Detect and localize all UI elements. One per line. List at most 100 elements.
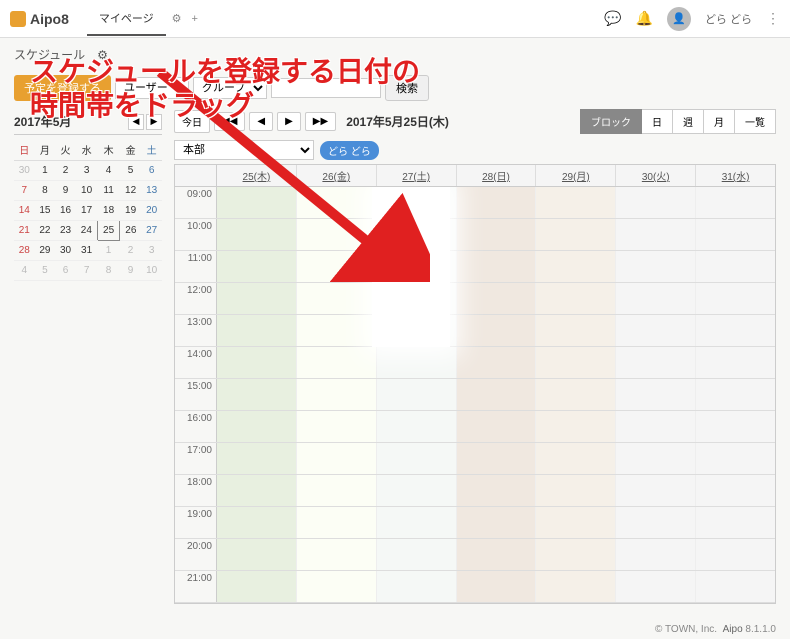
avatar[interactable]: 👤 [667,7,691,31]
day-header[interactable]: 26(金) [297,165,377,186]
time-slot[interactable] [217,571,297,602]
day-header[interactable]: 30(火) [616,165,696,186]
time-slot[interactable] [616,571,696,602]
minical-day[interactable]: 1 [97,241,119,261]
view-0[interactable]: ブロック [580,109,642,134]
time-slot[interactable] [217,283,297,314]
time-slot[interactable] [297,539,377,570]
time-slot[interactable] [616,411,696,442]
view-2[interactable]: 週 [673,109,704,134]
minical-day[interactable]: 1 [35,161,56,181]
time-slot[interactable] [297,507,377,538]
time-slot[interactable] [457,539,537,570]
time-slot[interactable] [297,347,377,378]
day-header[interactable]: 29(月) [536,165,616,186]
minical-next[interactable]: ▶ [146,114,162,130]
time-slot[interactable] [616,539,696,570]
time-slot[interactable] [696,443,775,474]
time-slot[interactable] [217,507,297,538]
time-slot[interactable] [377,507,457,538]
minical-day[interactable]: 23 [55,221,76,241]
time-slot[interactable] [217,347,297,378]
minical-day[interactable]: 2 [120,241,142,261]
time-slot[interactable] [536,507,616,538]
time-slot[interactable] [377,539,457,570]
time-slot[interactable] [536,347,616,378]
minical-day[interactable]: 29 [35,241,56,261]
prev-week[interactable]: ◀◀ [214,112,245,131]
time-slot[interactable] [457,571,537,602]
minical-day[interactable]: 28 [14,241,35,261]
register-button[interactable]: 予定を登録する [14,75,111,101]
time-slot[interactable] [616,315,696,346]
time-slot[interactable] [696,475,775,506]
time-slot[interactable] [536,475,616,506]
time-slot[interactable] [297,187,377,218]
time-slot[interactable] [457,251,537,282]
time-slot[interactable] [217,411,297,442]
minical-day[interactable]: 31 [76,241,98,261]
time-slot[interactable] [217,539,297,570]
time-slot[interactable] [536,411,616,442]
minical-day[interactable]: 15 [35,201,56,221]
time-slot[interactable] [457,443,537,474]
time-slot[interactable] [457,219,537,250]
time-slot[interactable] [457,507,537,538]
time-slot[interactable] [616,219,696,250]
minical-day[interactable]: 7 [14,181,35,201]
time-slot[interactable] [696,219,775,250]
view-4[interactable]: 一覧 [735,109,776,134]
minical-day[interactable]: 3 [76,161,98,181]
day-header[interactable]: 27(土) [377,165,457,186]
dept-select[interactable]: 本部 [174,140,314,160]
time-slot[interactable] [616,187,696,218]
time-slot[interactable] [536,539,616,570]
time-slot[interactable] [297,283,377,314]
time-slot[interactable] [536,571,616,602]
time-slot[interactable] [696,379,775,410]
time-slot[interactable] [457,379,537,410]
minical-day[interactable]: 14 [14,201,35,221]
time-slot[interactable] [297,571,377,602]
time-slot[interactable] [457,315,537,346]
time-slot[interactable] [616,251,696,282]
minical-day[interactable]: 5 [120,161,142,181]
minical-day[interactable]: 17 [76,201,98,221]
minical-day[interactable]: 8 [35,181,56,201]
time-slot[interactable] [536,187,616,218]
time-slot[interactable] [616,475,696,506]
time-slot[interactable] [696,411,775,442]
time-slot[interactable] [297,219,377,250]
minical-day[interactable]: 6 [55,261,76,281]
time-slot[interactable] [297,379,377,410]
minical-day[interactable]: 2 [55,161,76,181]
time-slot[interactable] [616,507,696,538]
footer-link[interactable]: Aipo [723,624,743,635]
day-header[interactable]: 31(水) [696,165,775,186]
user-name[interactable]: どら どら [705,11,752,27]
minical-day[interactable]: 24 [76,221,98,241]
time-slot[interactable] [217,251,297,282]
minical-day[interactable]: 8 [97,261,119,281]
today-button[interactable]: 今日 [174,110,210,133]
time-slot[interactable] [377,443,457,474]
time-slot[interactable] [297,251,377,282]
minical-day[interactable]: 10 [141,261,162,281]
time-slot[interactable] [377,187,457,218]
time-slot[interactable] [457,347,537,378]
time-slot[interactable] [297,411,377,442]
time-slot[interactable] [297,315,377,346]
time-slot[interactable] [377,283,457,314]
day-header[interactable]: 25(木) [217,165,297,186]
minical-day[interactable]: 4 [14,261,35,281]
tab-mypage[interactable]: マイページ [87,2,166,36]
view-3[interactable]: 月 [704,109,735,134]
minical-day[interactable]: 21 [14,221,35,241]
minical-day[interactable]: 4 [97,161,119,181]
minical-day[interactable]: 5 [35,261,56,281]
minical-day[interactable]: 16 [55,201,76,221]
minical-day[interactable]: 10 [76,181,98,201]
time-slot[interactable] [457,283,537,314]
logo[interactable]: Aipo8 [10,11,69,27]
time-slot[interactable] [377,475,457,506]
